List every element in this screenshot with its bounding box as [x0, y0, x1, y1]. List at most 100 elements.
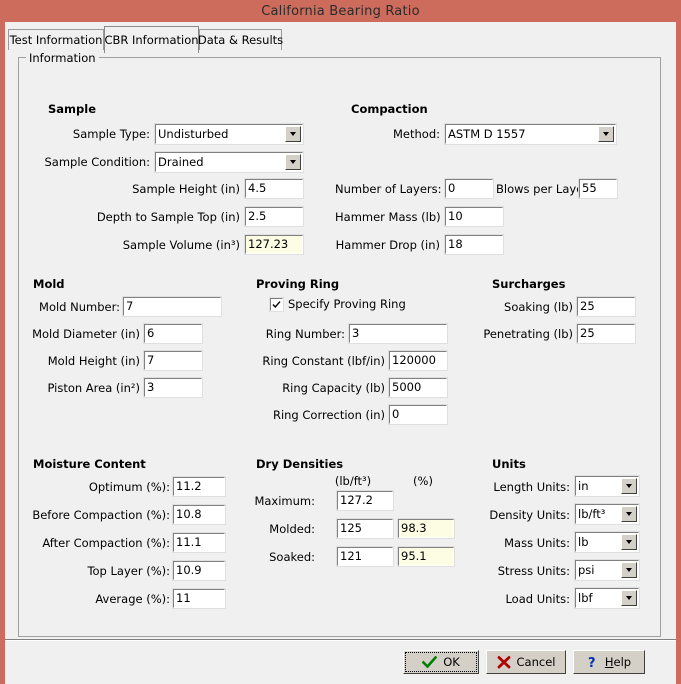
load-units-value: lbf: [578, 591, 593, 605]
ring-correction-label: Ring Correction (in): [250, 408, 385, 422]
moisture-top-layer-label: Top Layer (%):: [25, 564, 170, 578]
specify-proving-ring-checkbox[interactable]: Specify Proving Ring: [270, 297, 406, 311]
chevron-down-icon[interactable]: [621, 590, 637, 606]
soaking-surcharge-label: Soaking (lb): [483, 300, 573, 314]
dry-density-soaked-label: Soaked:: [250, 550, 315, 564]
stress-units-combobox[interactable]: psi: [575, 560, 639, 580]
ring-capacity-input[interactable]: 5000: [389, 378, 447, 397]
chevron-down-icon[interactable]: [621, 562, 637, 578]
number-of-layers-label: Number of Layers:: [335, 182, 440, 196]
sample-condition-label: Sample Condition:: [35, 155, 150, 169]
depth-to-sample-top-input[interactable]: 2.5: [245, 207, 303, 226]
density-units-label: Density Units:: [475, 508, 570, 522]
mold-height-input[interactable]: 7: [144, 351, 202, 370]
stress-units-label: Stress Units:: [475, 564, 570, 578]
depth-to-sample-top-label: Depth to Sample Top (in): [90, 210, 240, 224]
help-button-label: Help: [605, 655, 631, 669]
moisture-average-input[interactable]: 11: [173, 589, 225, 608]
mold-section-title: Mold: [33, 277, 65, 291]
button-bar: OK Cancel ? Help: [5, 641, 676, 684]
help-button[interactable]: ? Help: [573, 650, 645, 674]
mass-units-combobox[interactable]: lb: [575, 532, 639, 552]
chevron-down-icon[interactable]: [285, 126, 301, 142]
moisture-average-label: Average (%):: [25, 592, 170, 606]
tab-data-results[interactable]: Data & Results: [199, 29, 282, 50]
load-units-combobox[interactable]: lbf: [575, 588, 639, 608]
moisture-before-compaction-label: Before Compaction (%):: [25, 508, 170, 522]
ring-constant-label: Ring Constant (lbf/in): [250, 354, 385, 368]
moisture-optimum-input[interactable]: 11.2: [173, 477, 225, 496]
chevron-down-icon[interactable]: [598, 126, 614, 142]
number-of-layers-input[interactable]: 0: [445, 179, 493, 198]
sample-height-input[interactable]: 4.5: [245, 179, 303, 198]
penetrating-surcharge-input[interactable]: 25: [577, 324, 635, 343]
mass-units-value: lb: [578, 535, 589, 549]
cancel-button[interactable]: Cancel: [486, 650, 566, 674]
chevron-down-icon[interactable]: [621, 534, 637, 550]
compaction-method-value: ASTM D 1557: [448, 127, 526, 141]
moisture-content-section-title: Moisture Content: [33, 457, 146, 471]
length-units-value: in: [578, 479, 588, 493]
dry-densities-section-title: Dry Densities: [256, 457, 343, 471]
tab-test-information[interactable]: Test Information: [8, 29, 104, 50]
cross-icon: [497, 656, 511, 669]
soaking-surcharge-input[interactable]: 25: [577, 297, 635, 316]
blows-per-layer-input[interactable]: 55: [579, 179, 617, 198]
cbr-dialog-window: California Bearing Ratio Test Informatio…: [0, 0, 681, 670]
tab-cbr-information[interactable]: CBR Information: [104, 26, 199, 53]
hammer-mass-input[interactable]: 10: [445, 207, 503, 226]
sample-condition-combobox[interactable]: Drained: [155, 152, 303, 172]
mold-number-input[interactable]: 7: [123, 297, 221, 316]
surcharges-section-title: Surcharges: [492, 277, 565, 291]
ring-correction-input[interactable]: 0: [389, 405, 447, 424]
title-bar: California Bearing Ratio: [0, 0, 681, 22]
piston-area-label: Piston Area (in²): [25, 381, 140, 395]
hammer-drop-input[interactable]: 18: [445, 235, 503, 254]
density-units-value: lb/ft³: [578, 507, 605, 521]
dialog-client-area: Test Information CBR Information Data & …: [5, 22, 676, 665]
piston-area-input[interactable]: 3: [144, 378, 202, 397]
cancel-button-label: Cancel: [517, 655, 556, 669]
dry-density-molded-label: Molded:: [250, 522, 315, 536]
dry-density-maximum-label: Maximum:: [250, 494, 315, 508]
chevron-down-icon[interactable]: [621, 478, 637, 494]
mold-height-label: Mold Height (in): [25, 354, 140, 368]
dry-density-maximum-input[interactable]: 127.2: [337, 491, 393, 510]
tab-test-information-label: Test Information: [10, 33, 103, 47]
sample-type-combobox[interactable]: Undisturbed: [155, 124, 303, 144]
density-units-combobox[interactable]: lb/ft³: [575, 504, 639, 524]
ring-number-input[interactable]: 3: [349, 324, 447, 343]
dry-density-molded-percent-output: 98.3: [398, 519, 454, 538]
moisture-after-compaction-input[interactable]: 11.1: [173, 533, 225, 552]
window-title: California Bearing Ratio: [261, 4, 420, 19]
sample-volume-label: Sample Volume (in³): [105, 238, 240, 252]
proving-ring-section-title: Proving Ring: [256, 277, 339, 291]
chevron-down-icon[interactable]: [621, 506, 637, 522]
information-groupbox-label: Information: [26, 51, 99, 65]
dry-density-soaked-percent-output: 95.1: [398, 547, 454, 566]
dry-density-soaked-input[interactable]: 121: [337, 547, 393, 566]
ring-number-label: Ring Number:: [250, 327, 345, 341]
moisture-optimum-label: Optimum (%):: [25, 480, 170, 494]
moisture-before-compaction-input[interactable]: 10.8: [173, 505, 225, 524]
dry-density-molded-input[interactable]: 125: [337, 519, 393, 538]
dry-densities-col1-header: (lb/ft³): [320, 474, 386, 488]
chevron-down-icon[interactable]: [285, 154, 301, 170]
checkbox-checked-icon: [270, 298, 283, 311]
tab-cbr-information-label: CBR Information: [104, 33, 198, 47]
ring-constant-input[interactable]: 120000: [389, 351, 447, 370]
ok-button[interactable]: OK: [403, 650, 479, 674]
compaction-method-combobox[interactable]: ASTM D 1557: [445, 124, 616, 144]
dry-densities-col2-header: (%): [390, 474, 456, 488]
length-units-combobox[interactable]: in: [575, 476, 639, 496]
tab-data-results-label: Data & Results: [198, 33, 283, 47]
compaction-method-label: Method:: [335, 127, 440, 141]
moisture-after-compaction-label: After Compaction (%):: [25, 536, 170, 550]
sample-condition-value: Drained: [158, 155, 204, 169]
svg-text:?: ?: [588, 656, 596, 669]
moisture-top-layer-input[interactable]: 10.9: [173, 561, 225, 580]
mold-diameter-input[interactable]: 6: [144, 324, 202, 343]
ok-button-label: OK: [443, 655, 460, 669]
mass-units-label: Mass Units:: [475, 536, 570, 550]
help-accel: H: [605, 655, 614, 669]
